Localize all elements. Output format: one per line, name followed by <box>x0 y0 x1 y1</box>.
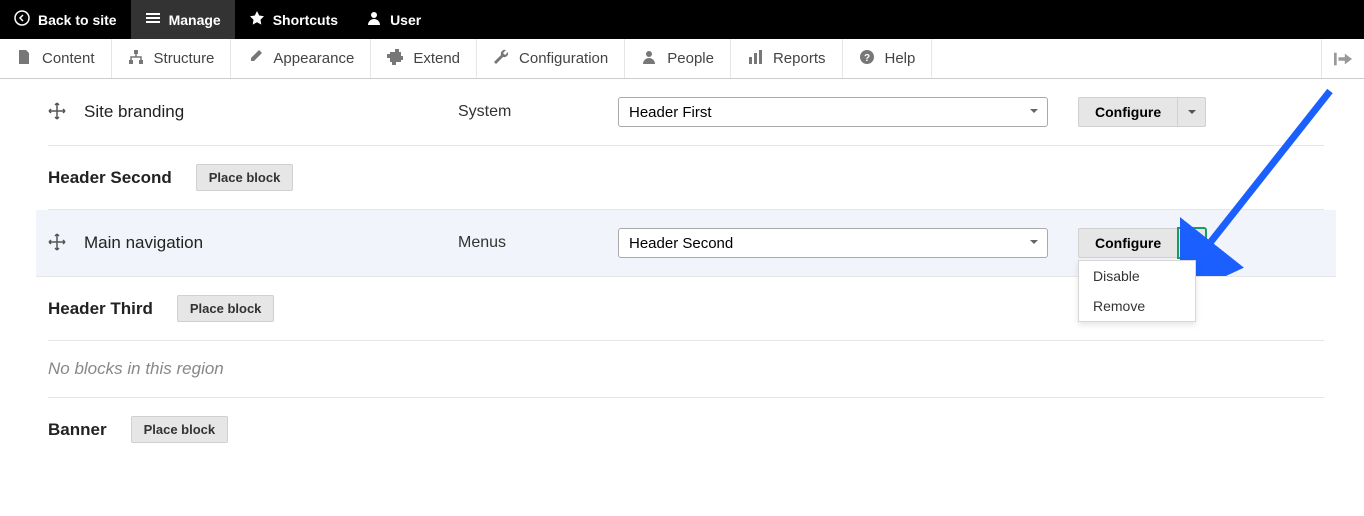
manage-label: Manage <box>169 12 221 28</box>
user-icon <box>366 10 382 29</box>
file-icon <box>16 49 32 69</box>
region-empty-message: No blocks in this region <box>48 341 1324 398</box>
drag-handle-icon[interactable] <box>48 233 66 254</box>
star-icon <box>249 10 265 29</box>
people-icon <box>641 49 657 69</box>
menu-appearance-label: Appearance <box>273 50 354 67</box>
puzzle-icon <box>387 49 403 69</box>
menu-appearance[interactable]: Appearance <box>231 39 371 78</box>
menu-structure-label: Structure <box>154 50 215 67</box>
place-block-button[interactable]: Place block <box>196 164 294 191</box>
configure-button[interactable]: Configure <box>1078 228 1178 258</box>
region-select-main-navigation[interactable]: Header Second <box>618 228 1048 258</box>
shortcuts-label: Shortcuts <box>273 12 338 28</box>
menu-reports[interactable]: Reports <box>731 39 843 78</box>
user-link[interactable]: User <box>352 0 435 39</box>
operations-dropdown-toggle[interactable] <box>1178 228 1206 258</box>
menu-content-label: Content <box>42 50 95 67</box>
tree-icon <box>128 49 144 69</box>
help-icon: ? <box>859 49 875 69</box>
menu-content[interactable]: Content <box>0 39 112 78</box>
region-header-banner: Banner Place block <box>48 398 1324 461</box>
back-to-site-label: Back to site <box>38 12 117 28</box>
menu-help-label: Help <box>885 50 916 67</box>
bar-chart-icon <box>747 49 763 69</box>
block-row-main-navigation: Main navigation Menus Header Second Conf… <box>36 210 1336 277</box>
block-category: System <box>458 103 618 121</box>
collapse-arrow-icon <box>1334 52 1352 66</box>
place-block-button[interactable]: Place block <box>177 295 275 322</box>
menu-extend[interactable]: Extend <box>371 39 477 78</box>
region-title: Header Second <box>48 168 172 188</box>
chevron-down-icon <box>1186 106 1198 118</box>
menu-help[interactable]: ? Help <box>843 39 933 78</box>
region-title: Header Third <box>48 299 153 319</box>
menu-structure[interactable]: Structure <box>112 39 232 78</box>
operations-dropdown-toggle[interactable] <box>1178 97 1206 127</box>
configure-button[interactable]: Configure <box>1078 97 1178 127</box>
operations-dropdown: Disable Remove <box>1078 260 1196 322</box>
back-to-site-link[interactable]: Back to site <box>0 0 131 39</box>
menu-configuration[interactable]: Configuration <box>477 39 625 78</box>
drag-handle-icon[interactable] <box>48 102 66 123</box>
region-select-site-branding[interactable]: Header First <box>618 97 1048 127</box>
arrow-left-circle-icon <box>14 10 30 29</box>
place-block-button[interactable]: Place block <box>131 416 229 443</box>
menu-configuration-label: Configuration <box>519 50 608 67</box>
menu-people-label: People <box>667 50 714 67</box>
chevron-up-icon <box>1186 237 1198 249</box>
brush-icon <box>247 49 263 69</box>
svg-text:?: ? <box>863 53 869 64</box>
hamburger-icon <box>145 10 161 29</box>
admin-toolbar: Back to site Manage Shortcuts User <box>0 0 1364 39</box>
wrench-icon <box>493 49 509 69</box>
menu-extend-label: Extend <box>413 50 460 67</box>
block-category: Menus <box>458 234 618 252</box>
admin-menu: Content Structure Appearance Extend Conf… <box>0 39 1364 79</box>
dropdown-item-remove[interactable]: Remove <box>1079 291 1195 321</box>
menu-reports-label: Reports <box>773 50 826 67</box>
shortcuts-link[interactable]: Shortcuts <box>235 0 352 39</box>
menu-people[interactable]: People <box>625 39 731 78</box>
region-header-header-second: Header Second Place block <box>48 146 1324 210</box>
orientation-toggle[interactable] <box>1321 39 1364 78</box>
empty-text: No blocks in this region <box>48 359 224 379</box>
dropdown-item-disable[interactable]: Disable <box>1079 261 1195 291</box>
block-row-site-branding: Site branding System Header First Config… <box>48 79 1324 146</box>
block-title: Main navigation <box>84 233 203 253</box>
region-title: Banner <box>48 420 107 440</box>
user-label: User <box>390 12 421 28</box>
block-title: Site branding <box>84 102 184 122</box>
manage-toggle[interactable]: Manage <box>131 0 235 39</box>
